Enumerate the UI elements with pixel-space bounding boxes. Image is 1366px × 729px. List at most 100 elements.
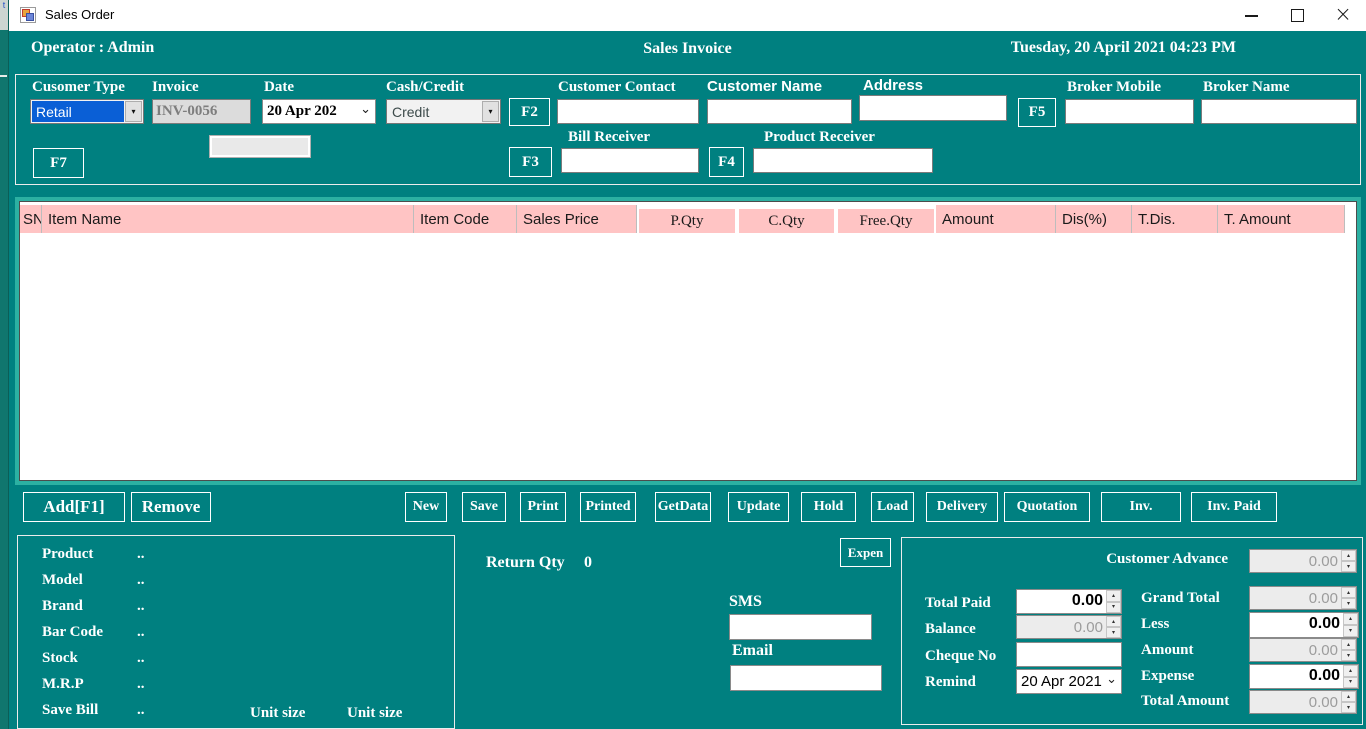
broker-name-label: Broker Name: [1203, 79, 1290, 95]
quotation-button[interactable]: Quotation: [1004, 492, 1090, 522]
minimize-icon: [1244, 14, 1258, 17]
header-band: Operator : Admin Sales Invoice Tuesday, …: [9, 31, 1366, 66]
expense-spinner[interactable]: 0.00 ▴ ▾: [1249, 664, 1359, 689]
load-button[interactable]: Load: [871, 492, 914, 522]
brand-label: Brand: [42, 598, 83, 614]
new-button[interactable]: New: [405, 492, 447, 522]
print-button[interactable]: Print: [520, 492, 566, 522]
expen-button[interactable]: Expen: [840, 538, 891, 567]
app-icon-blue-square: [26, 13, 34, 21]
desktop-edge: t: [0, 0, 8, 729]
window-controls: ×: [1228, 0, 1366, 31]
sms-field[interactable]: [729, 614, 872, 640]
maximize-button[interactable]: [1274, 0, 1320, 31]
column-header-dis-pct[interactable]: Dis(%): [1056, 205, 1132, 233]
items-table[interactable]: SN Item Name Item Code Sales Price P.Qty…: [19, 201, 1357, 481]
product-receiver-field[interactable]: [753, 148, 933, 173]
column-header-item-code[interactable]: Item Code: [414, 205, 517, 233]
inv-paid-button[interactable]: Inv. Paid: [1191, 492, 1277, 522]
delivery-button[interactable]: Delivery: [926, 492, 998, 522]
f5-button[interactable]: F5: [1018, 98, 1056, 127]
mrp-value: ..: [137, 676, 145, 692]
balance-spinner: 0.00 ▴ ▾: [1016, 615, 1122, 639]
column-header-sales-price[interactable]: Sales Price: [517, 205, 637, 233]
f4-button[interactable]: F4: [709, 147, 744, 177]
combo-arrow-icon[interactable]: ▾: [125, 101, 142, 122]
spin-up-icon[interactable]: ▴: [1341, 550, 1356, 561]
stock-label: Stock: [42, 650, 78, 666]
row2-mini-field[interactable]: [209, 135, 311, 158]
column-header-sn[interactable]: SN: [20, 205, 42, 233]
bar-code-value: ..: [137, 624, 145, 640]
total-paid-spinner[interactable]: 0.00 ▴ ▾: [1016, 589, 1122, 614]
sales-order-window: Sales Order × Operator : Admin Sales Inv…: [8, 0, 1366, 729]
combo-arrow-icon[interactable]: ▾: [482, 101, 499, 122]
spin-down-icon[interactable]: ▾: [1106, 627, 1121, 638]
app-icon: [20, 7, 36, 23]
close-button[interactable]: ×: [1320, 0, 1366, 31]
remind-label: Remind: [925, 674, 976, 690]
cheque-no-field[interactable]: [1016, 642, 1122, 667]
column-header-freeqty[interactable]: Free.Qty: [838, 209, 934, 233]
less-label: Less: [1141, 616, 1170, 632]
customer-advance-label: Customer Advance: [1106, 551, 1228, 567]
spin-up-icon[interactable]: ▴: [1106, 616, 1121, 627]
column-header-tamount[interactable]: T. Amount: [1218, 205, 1345, 233]
broker-mobile-field[interactable]: [1065, 99, 1194, 124]
spin-up-icon[interactable]: ▴: [1341, 691, 1356, 702]
spin-down-icon[interactable]: ▾: [1106, 601, 1121, 613]
remove-button[interactable]: Remove: [131, 492, 211, 522]
inv-button[interactable]: Inv.: [1101, 492, 1181, 522]
stock-value: ..: [137, 650, 145, 666]
spin-down-icon[interactable]: ▾: [1341, 561, 1356, 572]
column-header-cqty[interactable]: C.Qty: [739, 209, 834, 233]
spin-down-icon[interactable]: ▾: [1343, 625, 1358, 637]
address-field[interactable]: [859, 95, 1007, 121]
column-header-amount[interactable]: Amount: [936, 205, 1056, 233]
printed-button[interactable]: Printed: [580, 492, 636, 522]
product-value: ..: [137, 546, 145, 562]
getdata-button[interactable]: GetData: [655, 492, 711, 522]
update-button[interactable]: Update: [728, 492, 789, 522]
customer-type-combo[interactable]: Retail ▾: [30, 99, 144, 124]
datetime-label: Tuesday, 20 April 2021 04:23 PM: [1010, 39, 1236, 56]
minimize-button[interactable]: [1228, 0, 1274, 31]
add-button[interactable]: Add[F1]: [23, 492, 125, 522]
column-header-pqty[interactable]: P.Qty: [639, 209, 735, 233]
email-label: Email: [732, 642, 773, 659]
bill-receiver-field[interactable]: [561, 148, 699, 173]
column-header-tdis[interactable]: T.Dis.: [1132, 205, 1218, 233]
spin-up-icon[interactable]: ▴: [1343, 613, 1358, 625]
spin-down-icon[interactable]: ▾: [1341, 650, 1356, 661]
f2-button[interactable]: F2: [509, 98, 550, 126]
broker-name-field[interactable]: [1201, 99, 1357, 124]
invoice-label: Invoice: [152, 79, 199, 95]
spin-down-icon[interactable]: ▾: [1341, 598, 1356, 609]
email-field[interactable]: [730, 665, 882, 691]
spin-down-icon[interactable]: ▾: [1343, 676, 1358, 688]
f7-button[interactable]: F7: [33, 148, 84, 178]
balance-label: Balance: [925, 621, 976, 637]
less-spinner[interactable]: 0.00 ▴ ▾: [1249, 612, 1359, 638]
bill-receiver-label: Bill Receiver: [568, 129, 651, 145]
f3-button[interactable]: F3: [509, 147, 552, 177]
spin-up-icon[interactable]: ▴: [1343, 665, 1358, 677]
cash-credit-combo[interactable]: Credit ▾: [386, 99, 501, 124]
brand-value: ..: [137, 598, 145, 614]
save-button[interactable]: Save: [462, 492, 506, 522]
column-header-item-name[interactable]: Item Name: [42, 205, 414, 233]
customer-name-field[interactable]: [707, 99, 852, 124]
spin-up-icon[interactable]: ▴: [1106, 590, 1121, 602]
date-picker[interactable]: 20 Apr 202 ⌄: [262, 99, 376, 124]
remind-date-picker[interactable]: 20 Apr 2021 ⌄: [1016, 669, 1122, 694]
cheque-no-label: Cheque No: [925, 648, 997, 664]
hold-button[interactable]: Hold: [801, 492, 856, 522]
spin-up-icon[interactable]: ▴: [1341, 639, 1356, 650]
customer-contact-field[interactable]: [557, 99, 699, 124]
product-receiver-label: Product Receiver: [764, 129, 875, 145]
items-table-frame: SN Item Name Item Code Sales Price P.Qty…: [15, 197, 1361, 485]
customer-type-label: Cusomer Type: [32, 79, 125, 95]
spin-up-icon[interactable]: ▴: [1341, 587, 1356, 598]
broker-mobile-label: Broker Mobile: [1067, 79, 1162, 95]
spin-down-icon[interactable]: ▾: [1341, 702, 1356, 713]
